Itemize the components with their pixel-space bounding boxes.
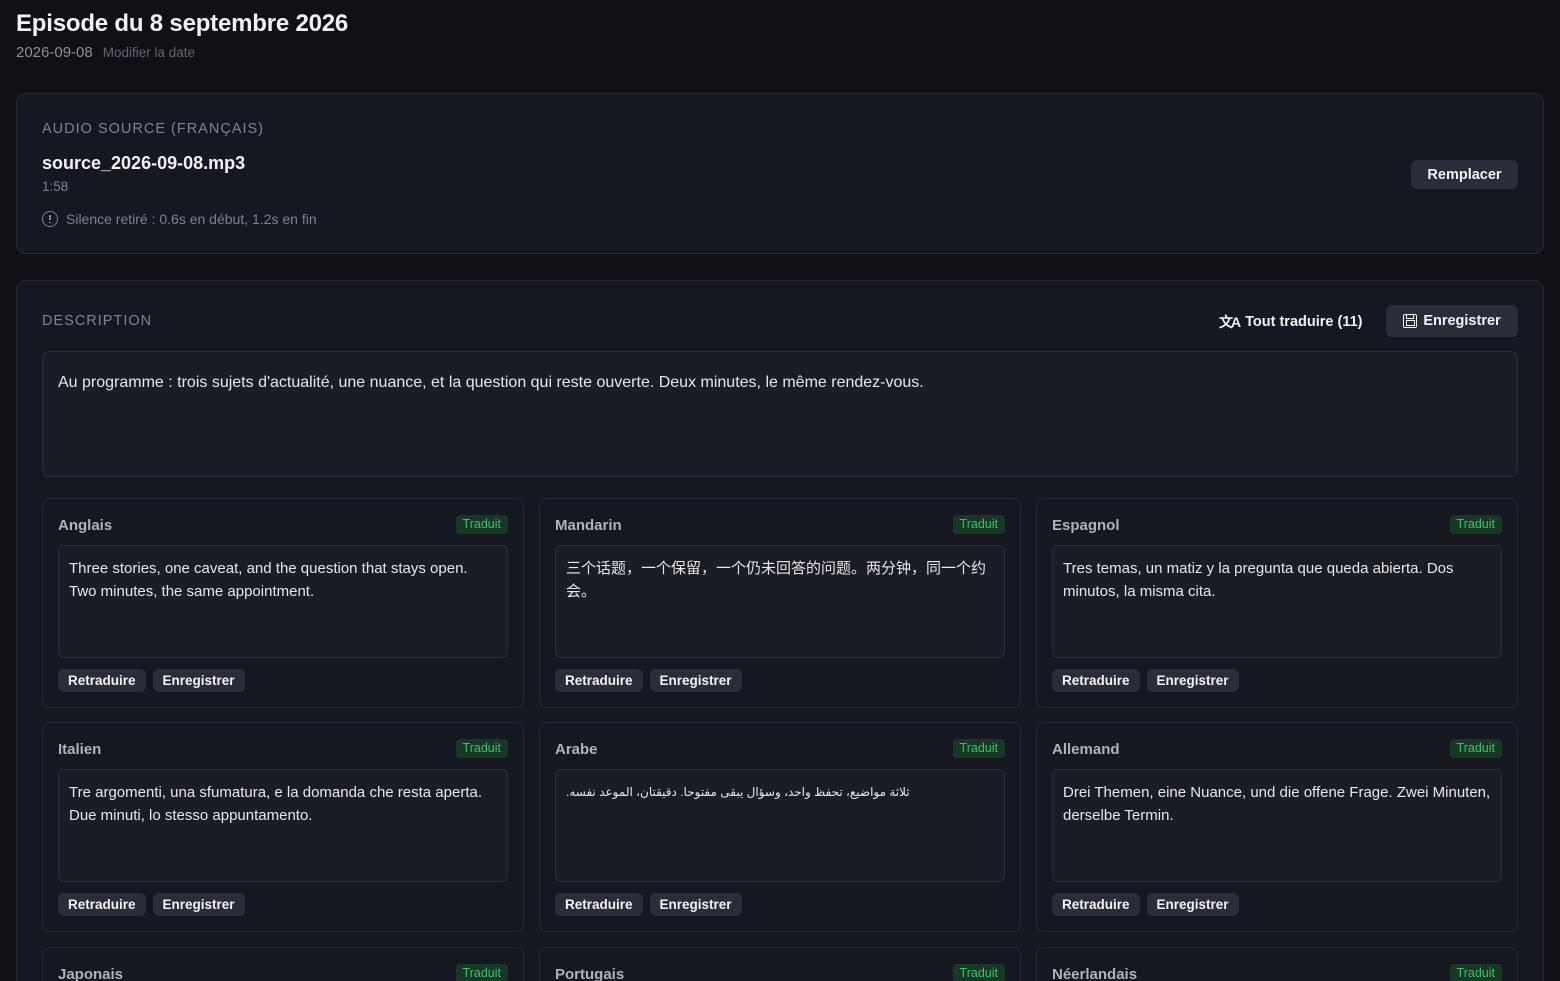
info-icon [42, 211, 58, 227]
language-card-espagnol: Espagnol Traduit Tres temas, un matiz y … [1036, 498, 1518, 708]
language-name: Portugais [555, 966, 625, 981]
language-name: Allemand [1052, 741, 1120, 758]
status-badge: Traduit [1449, 739, 1502, 758]
status-badge: Traduit [952, 964, 1005, 981]
save-description-label: Enregistrer [1423, 313, 1501, 329]
episode-subheader: 2026-09-08 Modifier la date [16, 44, 195, 61]
retranslate-button[interactable]: Retraduire [555, 893, 643, 916]
status-badge: Traduit [952, 739, 1005, 758]
status-badge: Traduit [455, 739, 508, 758]
language-name: Japonais [58, 966, 124, 981]
language-card-mandarin: Mandarin Traduit 三个话题，一个保留，一个仍未回答的问题。两分钟… [539, 498, 1021, 708]
language-name: Mandarin [555, 517, 622, 534]
translation-textarea[interactable]: Tre argomenti, una sfumatura, e la doman… [58, 769, 508, 882]
retranslate-button[interactable]: Retraduire [1052, 893, 1140, 916]
save-icon [1403, 314, 1418, 328]
retranslate-button[interactable]: Retraduire [1052, 669, 1140, 692]
language-actions: Retraduire Enregistrer [1052, 893, 1239, 916]
silence-note: Silence retiré : 0.6s en début, 1.2s en … [42, 211, 317, 227]
status-badge: Traduit [455, 515, 508, 534]
language-name: Arabe [555, 741, 598, 758]
retranslate-button[interactable]: Retraduire [58, 669, 146, 692]
language-name: Néerlandais [1052, 966, 1138, 981]
language-card-neerlandais: Néerlandais Traduit [1036, 947, 1518, 981]
audio-source-card: AUDIO SOURCE (FRANÇAIS) source_2026-09-0… [16, 93, 1544, 254]
translate-all-button[interactable]: 文A Tout traduire (11) [1213, 307, 1368, 337]
language-name: Anglais [58, 517, 113, 534]
translate-all-label: Tout traduire (11) [1245, 314, 1363, 330]
language-card-allemand: Allemand Traduit Drei Themen, eine Nuanc… [1036, 722, 1518, 932]
save-button[interactable]: Enregistrer [649, 669, 742, 692]
translation-textarea[interactable]: Tres temas, un matiz y la pregunta que q… [1052, 545, 1502, 658]
page-title: Episode du 8 septembre 2026 [16, 10, 349, 37]
translation-textarea[interactable]: Three stories, one caveat, and the quest… [58, 545, 508, 658]
audio-file-name: source_2026-09-08.mp3 [42, 153, 246, 173]
description-section-label: DESCRIPTION [42, 313, 153, 329]
status-badge: Traduit [952, 515, 1005, 534]
language-actions: Retraduire Enregistrer [58, 669, 245, 692]
description-card: DESCRIPTION 文A Tout traduire (11) Enregi… [16, 280, 1544, 981]
audio-duration: 1:58 [42, 179, 69, 194]
description-textarea[interactable]: Au programme : trois sujets d'actualité,… [42, 351, 1518, 477]
language-name: Italien [58, 741, 102, 758]
status-badge: Traduit [1449, 964, 1502, 981]
save-button[interactable]: Enregistrer [649, 893, 742, 916]
language-card-arabe: Arabe Traduit ثلاثة مواضيع، تحفظ واحد، و… [539, 722, 1021, 932]
language-actions: Retraduire Enregistrer [1052, 669, 1239, 692]
episode-date: 2026-09-08 [16, 44, 93, 61]
translation-textarea[interactable]: ثلاثة مواضيع، تحفظ واحد، وسؤال يبقى مفتو… [555, 769, 1005, 882]
save-button[interactable]: Enregistrer [1146, 893, 1239, 916]
language-card-anglais: Anglais Traduit Three stories, one cavea… [42, 498, 524, 708]
language-card-portugais: Portugais Traduit [539, 947, 1021, 981]
translation-textarea[interactable]: 三个话题，一个保留，一个仍未回答的问题。两分钟，同一个约会。 [555, 545, 1005, 658]
audio-section-label: AUDIO SOURCE (FRANÇAIS) [42, 121, 264, 137]
language-card-italien: Italien Traduit Tre argomenti, una sfuma… [42, 722, 524, 932]
language-actions: Retraduire Enregistrer [555, 669, 742, 692]
language-actions: Retraduire Enregistrer [58, 893, 245, 916]
save-button[interactable]: Enregistrer [152, 893, 245, 916]
replace-button[interactable]: Remplacer [1411, 160, 1518, 189]
language-actions: Retraduire Enregistrer [555, 893, 742, 916]
page: Episode du 8 septembre 2026 2026-09-08 M… [0, 0, 1560, 981]
status-badge: Traduit [1449, 515, 1502, 534]
language-card-japonais: Japonais Traduit [42, 947, 524, 981]
language-name: Espagnol [1052, 517, 1120, 534]
retranslate-button[interactable]: Retraduire [58, 893, 146, 916]
save-button[interactable]: Enregistrer [152, 669, 245, 692]
save-button[interactable]: Enregistrer [1146, 669, 1239, 692]
retranslate-button[interactable]: Retraduire [555, 669, 643, 692]
silence-note-text: Silence retiré : 0.6s en début, 1.2s en … [66, 211, 317, 227]
save-description-button[interactable]: Enregistrer [1386, 305, 1518, 337]
translate-icon: 文A [1219, 314, 1241, 330]
status-badge: Traduit [455, 964, 508, 981]
translation-textarea[interactable]: Drei Themen, eine Nuance, und die offene… [1052, 769, 1502, 882]
edit-date-link[interactable]: Modifier la date [103, 45, 195, 60]
